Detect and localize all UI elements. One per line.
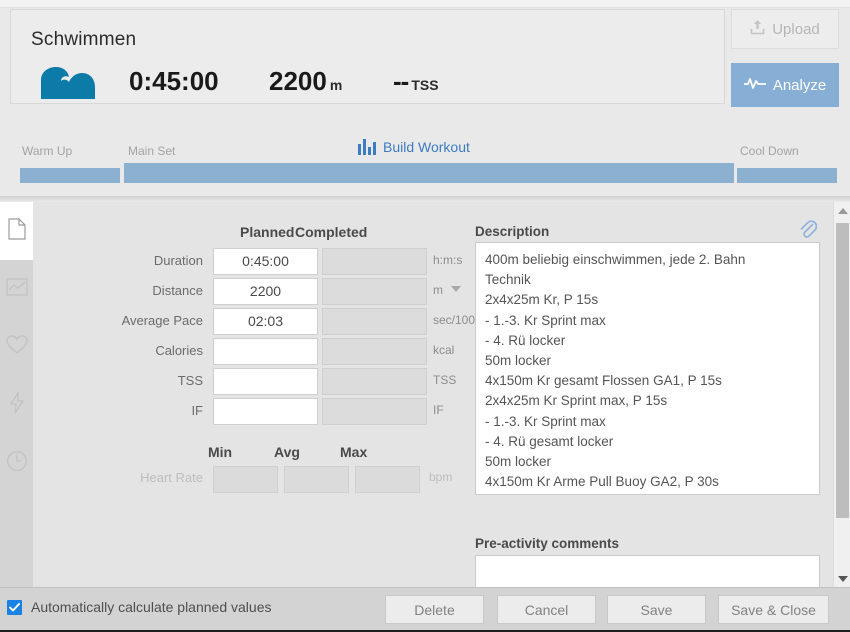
summary-distance-value: 2200 bbox=[269, 66, 327, 96]
scroll-down-button[interactable] bbox=[834, 570, 850, 587]
column-header-completed: Completed bbox=[295, 224, 367, 240]
chart-icon bbox=[6, 278, 28, 301]
description-title: Description bbox=[475, 224, 549, 239]
chevron-down-icon bbox=[838, 576, 848, 582]
description-pane: Description 400m beliebig einschwimmen, … bbox=[470, 202, 828, 587]
auto-calculate-checkbox[interactable] bbox=[7, 600, 22, 615]
workout-segments: Warm Up Main Set Cool Down Build Workout bbox=[0, 118, 850, 198]
auto-calculate-label: Automatically calculate planned values bbox=[31, 599, 271, 615]
segment-bar-cool-down[interactable] bbox=[737, 168, 837, 183]
segment-label-warm-up: Warm Up bbox=[22, 144, 72, 158]
build-workout-button[interactable]: Build Workout bbox=[358, 138, 470, 155]
heart-icon bbox=[6, 335, 28, 360]
sport-title: Schwimmen bbox=[31, 29, 136, 51]
description-textarea[interactable]: 400m beliebig einschwimmen, jede 2. Bahn… bbox=[475, 242, 820, 495]
planned-completed-form: Planned Completed Duration 0:45:00 h:m:s… bbox=[33, 202, 470, 587]
column-header-min: Min bbox=[208, 444, 232, 460]
dialog-footer: Automatically calculate planned values D… bbox=[0, 587, 850, 632]
rail-item-clock[interactable] bbox=[0, 434, 33, 492]
planned-average-pace-input[interactable]: 02:03 bbox=[213, 308, 318, 335]
completed-calories-input[interactable] bbox=[322, 338, 427, 365]
workout-detail-dialog: Schwimmen 0:45:00 2200m --TSS Upload bbox=[0, 0, 850, 632]
field-label-duration: Duration bbox=[63, 253, 203, 268]
window-top-strip bbox=[0, 0, 850, 8]
unit-distance-dropdown[interactable]: m bbox=[433, 283, 461, 297]
field-label-heart-rate: Heart Rate bbox=[63, 470, 203, 485]
completed-if-input[interactable] bbox=[322, 398, 427, 425]
summary-distance-unit: m bbox=[330, 77, 342, 93]
scroll-up-button[interactable] bbox=[834, 202, 850, 219]
planned-calories-input[interactable] bbox=[213, 338, 318, 365]
planned-tss-input[interactable] bbox=[213, 368, 318, 395]
upload-icon bbox=[750, 19, 765, 39]
summary-distance: 2200m bbox=[269, 66, 342, 97]
planned-if-input[interactable] bbox=[213, 398, 318, 425]
auto-calculate-checkbox-row[interactable]: Automatically calculate planned values bbox=[7, 599, 271, 615]
rail-item-heart[interactable] bbox=[0, 318, 33, 376]
completed-tss-input[interactable] bbox=[322, 368, 427, 395]
segment-bar-warm-up[interactable] bbox=[20, 168, 120, 183]
chevron-down-icon[interactable] bbox=[451, 286, 461, 292]
build-workout-label: Build Workout bbox=[383, 139, 470, 155]
summary-tss-unit: TSS bbox=[411, 77, 438, 93]
pulse-icon bbox=[744, 76, 766, 94]
summary-tss-value: -- bbox=[393, 66, 408, 96]
delete-button[interactable]: Delete bbox=[385, 595, 484, 624]
segment-label-main-set: Main Set bbox=[128, 144, 175, 158]
field-label-distance: Distance bbox=[63, 283, 203, 298]
planned-distance-input[interactable]: 2200 bbox=[213, 278, 318, 305]
workout-summary-card: Schwimmen 0:45:00 2200m --TSS bbox=[10, 9, 725, 104]
scrollbar-thumb[interactable] bbox=[836, 223, 849, 518]
rail-item-chart[interactable] bbox=[0, 260, 33, 318]
segment-bar-main-set[interactable] bbox=[124, 163, 734, 183]
heart-rate-avg-input[interactable] bbox=[284, 466, 349, 493]
save-and-close-button[interactable]: Save & Close bbox=[718, 595, 829, 624]
swim-wave-icon bbox=[39, 66, 97, 100]
analyze-button-label: Analyze bbox=[773, 77, 826, 94]
rail-item-lightning[interactable] bbox=[0, 376, 33, 434]
bar-chart-icon bbox=[358, 138, 376, 155]
completed-average-pace-input[interactable] bbox=[322, 308, 427, 335]
unit-tss: TSS bbox=[433, 373, 456, 387]
unit-heart-rate: bpm bbox=[429, 470, 452, 484]
upload-button-label: Upload bbox=[772, 21, 820, 38]
chevron-up-icon bbox=[838, 208, 848, 214]
check-icon bbox=[9, 603, 20, 612]
pre-activity-comments-input[interactable] bbox=[475, 555, 820, 589]
column-header-planned: Planned bbox=[240, 224, 294, 240]
field-label-if: IF bbox=[63, 403, 203, 418]
unit-duration: h:m:s bbox=[433, 253, 462, 267]
details-icon bbox=[8, 218, 26, 245]
upload-button[interactable]: Upload bbox=[731, 9, 839, 49]
completed-distance-input[interactable] bbox=[322, 278, 427, 305]
planned-duration-input[interactable]: 0:45:00 bbox=[213, 248, 318, 275]
dialog-body: Planned Completed Duration 0:45:00 h:m:s… bbox=[0, 202, 850, 587]
analyze-button[interactable]: Analyze bbox=[731, 63, 839, 107]
top-ghost-text bbox=[120, 0, 129, 8]
heart-rate-min-input[interactable] bbox=[213, 466, 278, 493]
paperclip-icon[interactable] bbox=[798, 218, 817, 244]
lightning-icon bbox=[9, 392, 25, 419]
completed-duration-input[interactable] bbox=[322, 248, 427, 275]
heart-rate-max-input[interactable] bbox=[355, 466, 420, 493]
column-header-max: Max bbox=[340, 444, 367, 460]
field-label-tss: TSS bbox=[63, 373, 203, 388]
rail-item-details[interactable] bbox=[0, 202, 33, 260]
field-label-average-pace: Average Pace bbox=[63, 313, 203, 328]
vertical-scrollbar[interactable] bbox=[833, 202, 850, 587]
unit-distance-value: m bbox=[433, 283, 443, 297]
side-rail bbox=[0, 202, 33, 587]
pre-activity-comments-title: Pre-activity comments bbox=[475, 536, 619, 551]
summary-duration-value: 0:45:00 bbox=[129, 66, 219, 96]
cancel-button[interactable]: Cancel bbox=[497, 595, 596, 624]
unit-calories: kcal bbox=[433, 343, 454, 357]
clock-icon bbox=[6, 450, 28, 477]
segment-label-cool-down: Cool Down bbox=[740, 144, 799, 158]
unit-if: IF bbox=[433, 403, 444, 417]
column-header-avg: Avg bbox=[274, 444, 300, 460]
save-button[interactable]: Save bbox=[607, 595, 706, 624]
summary-duration: 0:45:00 bbox=[129, 66, 219, 97]
summary-tss: --TSS bbox=[393, 66, 439, 97]
field-label-calories: Calories bbox=[63, 343, 203, 358]
